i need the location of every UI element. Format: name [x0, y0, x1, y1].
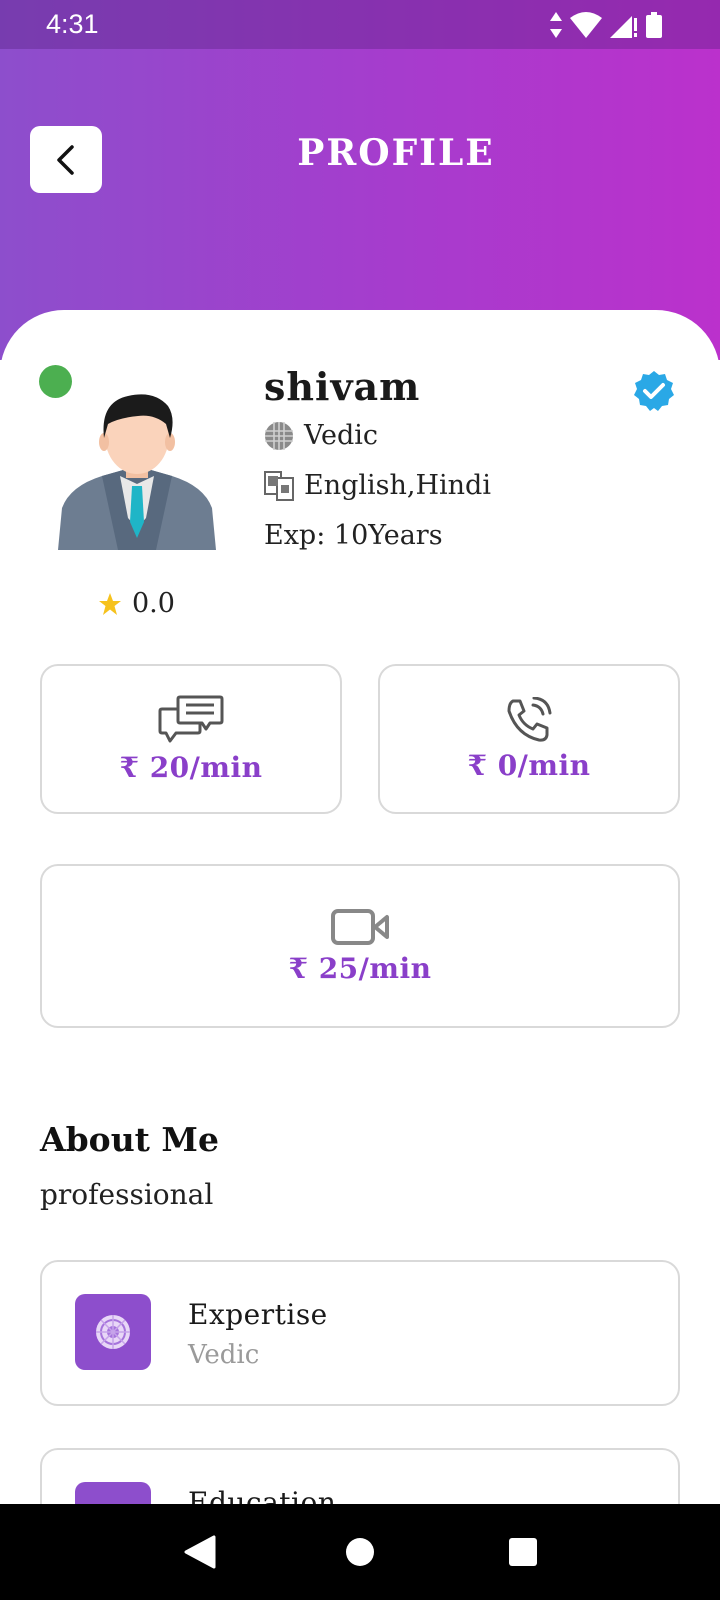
video-camera-icon	[331, 908, 389, 945]
video-price-card[interactable]: ₹ 25/min	[40, 864, 680, 1028]
profile-header	[0, 0, 720, 360]
rating-value: 0.0	[132, 588, 175, 619]
avatar	[58, 394, 216, 550]
expertise-icon-box	[75, 1294, 151, 1370]
call-price: ₹ 0/min	[467, 748, 591, 782]
astrologer-name: shivam	[264, 364, 421, 409]
skill-row: Vedic	[264, 420, 378, 451]
video-price: ₹ 25/min	[288, 951, 432, 985]
recents-square-icon	[509, 1538, 537, 1566]
experience-row: Exp: 10Years	[264, 520, 443, 551]
globe-grid-icon	[265, 421, 293, 450]
rating: 0.0	[98, 588, 175, 619]
experience-text: Exp: 10Years	[264, 520, 443, 551]
languages-text: English,Hindi	[304, 470, 491, 501]
nav-back-button[interactable]	[160, 1504, 240, 1600]
language-row: English,Hindi	[264, 470, 491, 501]
status-time: 4:31	[46, 9, 99, 39]
signal-icon	[610, 16, 637, 38]
battery-icon	[646, 12, 662, 38]
call-price-card[interactable]: ₹ 0/min	[378, 664, 680, 814]
verified-badge-icon	[634, 371, 674, 411]
about-title: About Me	[40, 1120, 219, 1159]
expertise-title: Expertise	[188, 1298, 328, 1331]
page-title: PROFILE	[297, 132, 495, 174]
status-icons	[550, 12, 662, 38]
phone-icon	[507, 696, 552, 742]
nav-home-button[interactable]	[320, 1504, 400, 1600]
chat-price: ₹ 20/min	[119, 750, 263, 784]
star-icon	[99, 592, 121, 615]
expertise-card[interactable]: Expertise Vedic	[40, 1260, 680, 1406]
expertise-value: Vedic	[188, 1340, 260, 1370]
about-text: professional	[40, 1178, 214, 1211]
data-arrows-icon	[550, 12, 562, 38]
language-icon	[264, 470, 294, 501]
back-triangle-icon	[184, 1535, 216, 1569]
chat-bubbles-icon	[158, 695, 224, 742]
home-circle-icon	[346, 1538, 374, 1566]
system-nav-bar	[0, 1504, 720, 1600]
mandala-icon	[96, 1315, 130, 1349]
chat-price-card[interactable]: ₹ 20/min	[40, 664, 342, 814]
status-bar: 4:31	[0, 0, 720, 49]
nav-recents-button[interactable]	[483, 1504, 563, 1600]
wifi-icon	[570, 12, 602, 38]
skill-text: Vedic	[304, 420, 379, 451]
